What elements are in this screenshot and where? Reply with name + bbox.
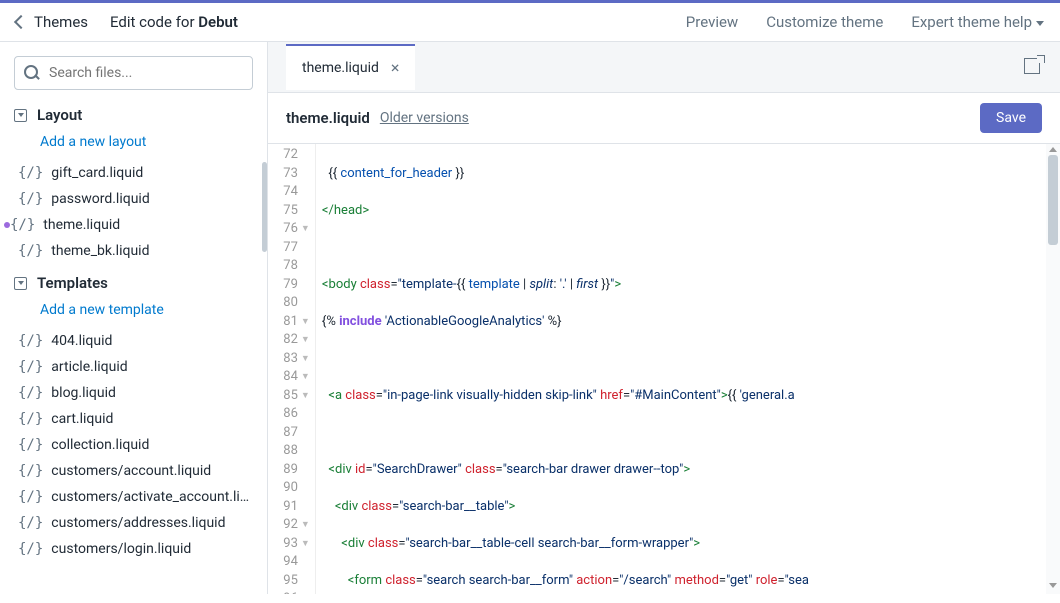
file-name-header: theme.liquid <box>286 109 370 127</box>
customize-theme-link[interactable]: Customize theme <box>766 13 883 31</box>
breadcrumb-themes[interactable]: Themes <box>34 13 88 31</box>
folder-icon <box>14 277 27 290</box>
code-editor[interactable]: {{ content_for_header }} </head> <body c… <box>316 144 1060 594</box>
file-item[interactable]: {/}password.liquid <box>14 186 253 212</box>
file-sidebar: Layout Add a new layout {/}gift_card.liq… <box>0 42 268 594</box>
expert-help-dropdown[interactable]: Expert theme help <box>911 13 1044 31</box>
file-item-active[interactable]: {/}theme.liquid <box>14 212 253 238</box>
tab-label: theme.liquid <box>302 60 379 76</box>
file-item[interactable]: {/}theme_bk.liquid <box>14 238 253 264</box>
editor-tab[interactable]: theme.liquid × <box>286 44 415 90</box>
file-item[interactable]: {/}customers/addresses.liquid <box>14 510 253 536</box>
section-header-layout[interactable]: Layout <box>14 106 253 124</box>
close-icon[interactable]: × <box>391 60 400 76</box>
file-item[interactable]: {/}customers/login.liquid <box>14 536 253 562</box>
search-input[interactable] <box>14 56 253 90</box>
add-layout-link[interactable]: Add a new layout <box>40 134 253 150</box>
file-item[interactable]: {/}gift_card.liquid <box>14 160 253 186</box>
folder-icon <box>14 109 27 122</box>
preview-link[interactable]: Preview <box>686 13 738 31</box>
back-chevron-icon[interactable] <box>14 15 28 29</box>
file-item[interactable]: {/}article.liquid <box>14 354 253 380</box>
section-header-templates[interactable]: Templates <box>14 274 253 292</box>
save-button[interactable]: Save <box>980 103 1042 133</box>
file-item[interactable]: {/}blog.liquid <box>14 380 253 406</box>
vertical-scrollbar[interactable] <box>1046 144 1060 594</box>
add-template-link[interactable]: Add a new template <box>40 302 253 318</box>
file-item[interactable]: {/}cart.liquid <box>14 406 253 432</box>
file-item[interactable]: {/}collection.liquid <box>14 432 253 458</box>
file-item[interactable]: {/}customers/account.liquid <box>14 458 253 484</box>
file-item[interactable]: {/}customers/activate_account.liquid <box>14 484 253 510</box>
search-icon <box>24 65 40 81</box>
page-title: Edit code for Debut <box>110 13 238 31</box>
older-versions-link[interactable]: Older versions <box>380 110 469 126</box>
file-item[interactable]: {/}404.liquid <box>14 328 253 354</box>
line-gutter: 7273747576▼7778798081▼82▼83▼84▼85▼868788… <box>268 144 316 594</box>
expand-icon[interactable] <box>1024 58 1042 76</box>
chevron-down-icon <box>1036 21 1044 26</box>
